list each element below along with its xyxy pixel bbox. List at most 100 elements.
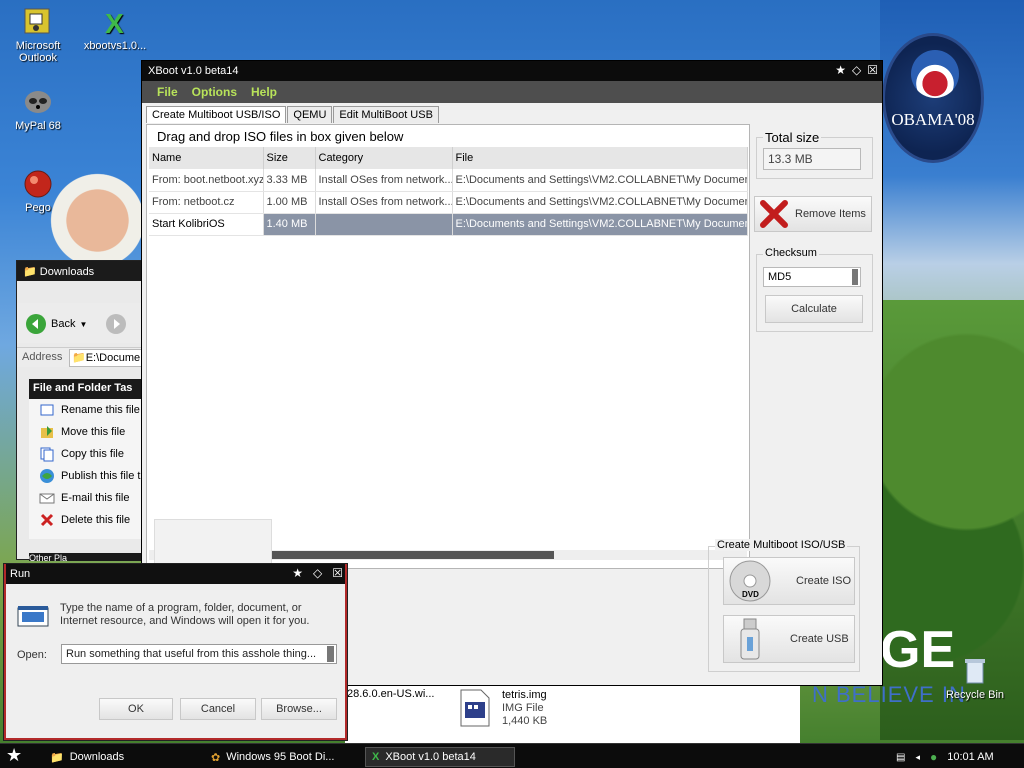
create-iso-button[interactable]: DVD Create ISO (723, 557, 855, 605)
column-name-header[interactable]: Name (149, 147, 264, 169)
address-bar: Address 📁E:\Docume (17, 347, 143, 367)
other-places-header[interactable]: Other Pla (29, 553, 141, 561)
obama-logo: OBAMA'08 (882, 33, 984, 163)
file-folder-tasks-panel: File and Folder Tas Rename this file Mov… (29, 379, 141, 539)
remove-items-button[interactable]: Remove Items (754, 196, 872, 232)
back-button[interactable]: Back ▼ (25, 313, 87, 335)
table-row[interactable]: From: boot.netboot.xyz 3.33 MB Install O… (149, 169, 748, 192)
iso-table[interactable]: Name Size Category File From: boot.netbo… (149, 147, 748, 236)
task-delete[interactable]: Delete this file (29, 509, 141, 531)
raccoon-icon (22, 86, 54, 118)
drag-drop-label: Drag and drop ISO files in box given bel… (157, 129, 404, 144)
address-label: Address (22, 351, 63, 363)
restore-icon[interactable]: ◇ (852, 63, 861, 77)
task-move[interactable]: Move this file (29, 421, 141, 443)
checksum-group: Checksum MD5 Calculate (756, 247, 873, 332)
column-size-header[interactable]: Size (263, 147, 316, 169)
desktop-icon-pego[interactable]: Pego (3, 168, 73, 214)
move-icon (41, 426, 53, 438)
menu-options[interactable]: Options (185, 81, 244, 103)
xboot-tabs: Create Multiboot USB/ISO QEMU Edit Multi… (146, 106, 440, 123)
desktop-icon-xboot[interactable]: X xbootvs1.0... (80, 6, 150, 52)
tab-qemu[interactable]: QEMU (287, 106, 333, 123)
folder-icon: 📁 (23, 266, 37, 278)
run-title: Run (10, 568, 31, 580)
downloads-titlebar[interactable]: 📁 Downloads (17, 261, 141, 281)
menu-help[interactable]: Help (244, 81, 284, 103)
forward-arrow-icon (106, 314, 126, 334)
cancel-button[interactable]: Cancel (180, 698, 256, 720)
downloads-window[interactable]: 📁 Downloads Back ▼ Address 📁E:\Docume Fi… (16, 260, 143, 561)
table-header-row: Name Size Category File (149, 147, 748, 169)
dropdown-handle[interactable] (852, 269, 858, 285)
total-size-group: Total size 13.3 MB (756, 130, 873, 179)
table-row[interactable]: From: netboot.cz 1.00 MB Install OSes fr… (149, 191, 748, 214)
taskbar-downloads[interactable]: 📁 Downloads (44, 747, 194, 767)
task-rename[interactable]: Rename this file (29, 399, 141, 421)
address-input[interactable]: 📁E:\Docume (69, 349, 143, 367)
total-size-field: 13.3 MB (763, 148, 861, 170)
run-description: Type the name of a program, folder, docu… (60, 602, 310, 627)
tab-edit-multiboot[interactable]: Edit MultiBoot USB (333, 106, 439, 123)
svg-text:X: X (105, 8, 124, 38)
remove-x-icon (760, 200, 788, 228)
create-usb-button[interactable]: Create USB (723, 615, 855, 663)
partial-file-label[interactable]: 28.6.0.en-US.wi... (347, 688, 434, 700)
run-dialog[interactable]: Run ★ ◇ ☒ Type the name of a program, fo… (3, 563, 348, 741)
checksum-label: Checksum (763, 247, 819, 259)
star-icon[interactable]: ★ (835, 63, 846, 77)
network-globe-icon[interactable]: ● (930, 750, 937, 764)
star-icon[interactable]: ★ (292, 566, 303, 580)
task-email[interactable]: E-mail this file (29, 487, 141, 509)
globe-icon (40, 469, 54, 483)
tray-arrow-icon[interactable]: ◂ (915, 752, 920, 763)
checksum-select[interactable]: MD5 (763, 267, 861, 287)
ok-button[interactable]: OK (99, 698, 173, 720)
xboot-menubar: File Options Help (142, 81, 882, 103)
taskbar-windows95-boot[interactable]: ✿ Windows 95 Boot Di... (205, 747, 355, 767)
browse-button[interactable]: Browse... (261, 698, 337, 720)
desktop-icon-outlook[interactable]: Microsoft Outlook (3, 6, 73, 64)
tetris-file-item[interactable]: tetris.img IMG File 1,440 KB (502, 689, 547, 728)
run-titlebar[interactable]: Run ★ ◇ ☒ (4, 564, 347, 584)
clock[interactable]: 10:01 AM (947, 751, 993, 763)
desktop-icon-mypal[interactable]: MyPal 68 (3, 86, 73, 132)
dvd-icon: DVD (729, 560, 771, 602)
menu-file[interactable]: File (150, 81, 185, 103)
open-input[interactable]: Run something that useful from this assh… (61, 644, 337, 664)
restore-icon[interactable]: ◇ (313, 566, 322, 580)
back-arrow-icon (26, 314, 46, 334)
file-area: 28.6.0.en-US.wi... tetris.img IMG File 1… (345, 684, 800, 744)
usb-drive-icon (740, 618, 760, 660)
column-file-header[interactable]: File (452, 147, 748, 169)
email-icon (39, 493, 55, 504)
close-icon[interactable]: ☒ (867, 63, 878, 77)
tasks-header[interactable]: File and Folder Tas (29, 379, 141, 399)
run-icon (16, 604, 50, 633)
table-row-selected[interactable]: Start KolibriOS 1.40 MB E:\Documents and… (149, 213, 748, 236)
downloads-title: Downloads (39, 266, 95, 278)
create-multiboot-group: Create Multiboot ISO/USB DVD Create ISO … (708, 539, 860, 672)
tab-create-multiboot[interactable]: Create Multiboot USB/ISO (146, 106, 287, 123)
taskbar: ★ 📁 Downloads ✿ Windows 95 Boot Di... X … (0, 743, 1024, 768)
total-size-label: Total size (763, 130, 822, 145)
calculate-button[interactable]: Calculate (765, 295, 863, 323)
task-copy[interactable]: Copy this file (29, 443, 141, 465)
app-icon: ✿ (211, 751, 221, 764)
pego-icon (22, 168, 54, 200)
img-file-icon[interactable] (457, 688, 493, 728)
close-icon[interactable]: ☒ (332, 566, 343, 580)
column-category-header[interactable]: Category (315, 147, 453, 169)
folder-icon: 📁 (72, 352, 86, 364)
taskbar-xboot[interactable]: X XBoot v1.0 beta14 (365, 747, 515, 767)
xboot-titlebar[interactable]: XBoot v1.0 beta14 ★ ◇ ☒ (142, 61, 882, 81)
desktop-icon-recycle-bin[interactable]: Recycle Bin (940, 655, 1010, 701)
forward-button[interactable] (105, 313, 127, 338)
keyboard-icon[interactable]: ▤ (896, 752, 905, 763)
dropdown-handle[interactable] (327, 646, 334, 662)
iso-drop-panel[interactable]: Drag and drop ISO files in box given bel… (146, 124, 750, 569)
svg-text:DVD: DVD (742, 590, 759, 599)
start-star-icon[interactable]: ★ (6, 745, 22, 766)
folder-icon: 📁 (50, 751, 64, 764)
task-publish[interactable]: Publish this file t (29, 465, 141, 487)
